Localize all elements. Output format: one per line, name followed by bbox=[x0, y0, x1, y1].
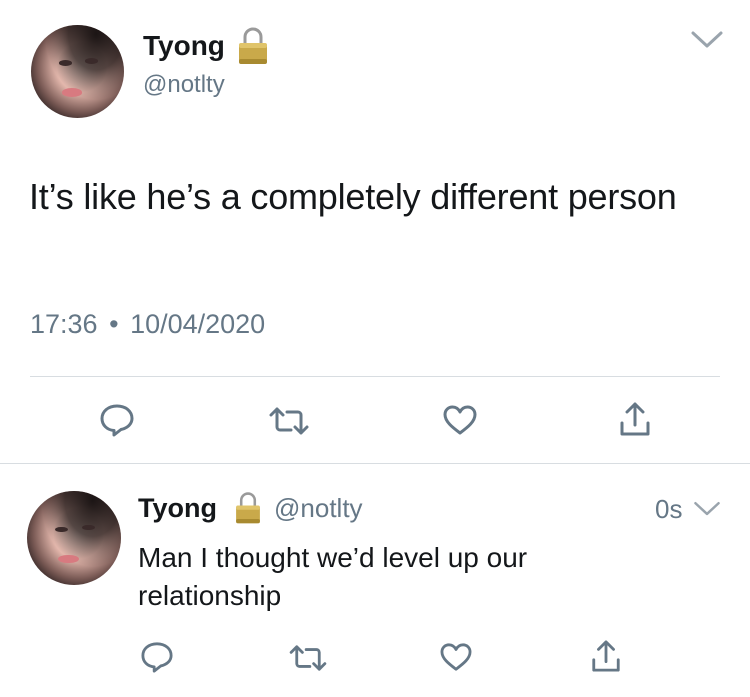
lock-icon bbox=[236, 26, 270, 66]
main-author-name[interactable]: Tyong bbox=[143, 30, 225, 62]
avatar-eye bbox=[84, 58, 98, 65]
avatar-eye bbox=[58, 60, 72, 66]
reply-author-name[interactable]: Tyong bbox=[138, 493, 217, 524]
tweet-date: 10/04/2020 bbox=[130, 309, 266, 339]
retweet-icon[interactable] bbox=[288, 643, 328, 673]
reply-avatar[interactable] bbox=[27, 491, 121, 585]
chevron-down-icon[interactable] bbox=[693, 500, 721, 518]
tweet-time: 17:36 bbox=[30, 309, 98, 339]
main-avatar[interactable] bbox=[31, 25, 124, 118]
reply-icon[interactable] bbox=[140, 641, 174, 673]
avatar-hair bbox=[31, 25, 124, 118]
heart-icon[interactable] bbox=[439, 642, 473, 672]
share-icon[interactable] bbox=[590, 639, 622, 673]
heart-icon[interactable] bbox=[442, 404, 478, 436]
avatar-lips bbox=[61, 88, 83, 97]
tweet-timestamp[interactable]: 17:36 • 10/04/2020 bbox=[30, 309, 265, 340]
reply-author-handle[interactable]: @notlty bbox=[274, 493, 363, 524]
avatar-hair bbox=[27, 491, 121, 585]
reply-time: 0s bbox=[655, 494, 683, 524]
tweet-divider bbox=[0, 463, 750, 464]
reply-tweet-text: Man I thought we’d level up our relation… bbox=[138, 542, 528, 611]
main-tweet-text: It’s like he’s a completely different pe… bbox=[29, 176, 677, 217]
retweet-icon[interactable] bbox=[268, 405, 310, 437]
chevron-down-icon[interactable] bbox=[690, 30, 724, 50]
share-icon[interactable] bbox=[618, 401, 652, 437]
lock-icon bbox=[233, 491, 263, 525]
main-author-handle[interactable]: @notlty bbox=[143, 71, 225, 99]
meta-divider bbox=[30, 376, 720, 377]
reply-icon[interactable] bbox=[99, 403, 135, 437]
meta-separator: • bbox=[109, 309, 119, 339]
